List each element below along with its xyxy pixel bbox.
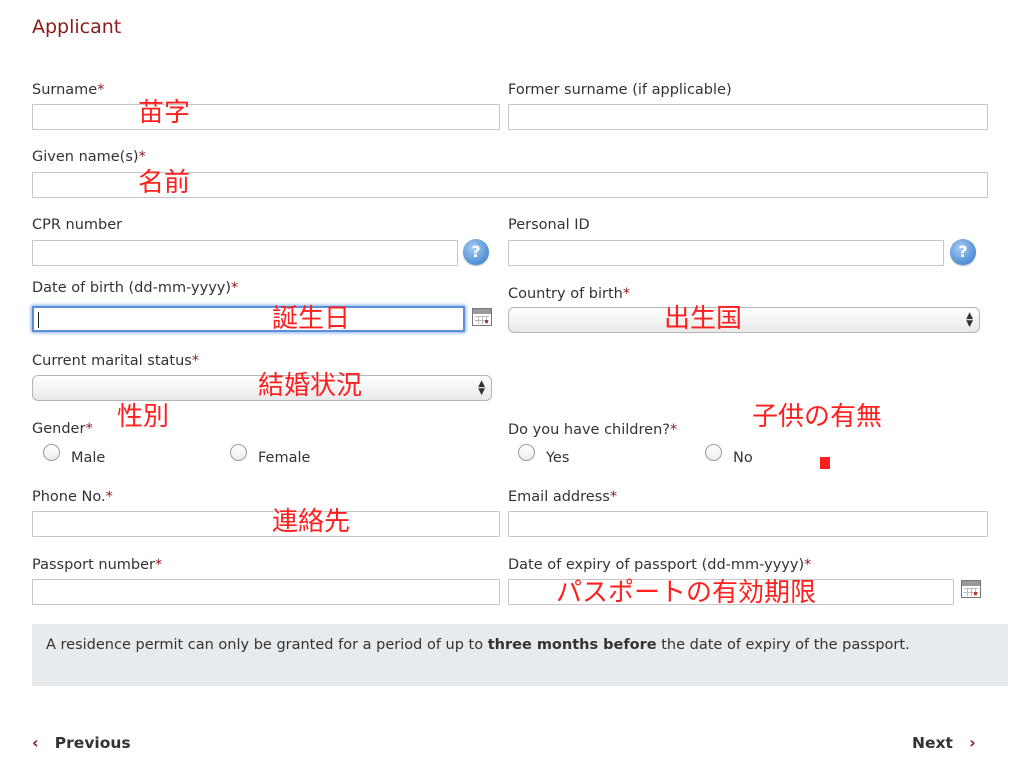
passport-expiry-calendar-icon[interactable] — [961, 580, 981, 598]
children-label: Do you have children?* — [508, 422, 678, 438]
passport-number-input[interactable] — [32, 579, 500, 605]
passport-notice: A residence permit can only be granted f… — [32, 624, 1008, 686]
personal-id-label: Personal ID — [508, 217, 590, 233]
chevron-left-icon: ‹ — [32, 733, 39, 752]
annotation-gender: 性別 — [117, 402, 170, 432]
section-title: Applicant — [32, 16, 122, 38]
country-of-birth-select[interactable]: ▲ ▼ — [508, 307, 980, 333]
annotation-country-of-birth: 出生国 — [664, 304, 743, 334]
chevron-right-icon: › — [969, 733, 976, 752]
annotation-children: 子供の有無 — [752, 402, 883, 432]
email-input[interactable] — [508, 511, 988, 537]
surname-label: Surname* — [32, 82, 105, 98]
former-surname-label: Former surname (if applicable) — [508, 82, 732, 98]
annotation-phone: 連絡先 — [272, 507, 351, 537]
gender-male-label[interactable]: Male — [71, 450, 105, 466]
passport-expiry-label: Date of expiry of passport (dd-mm-yyyy)* — [508, 557, 812, 573]
children-yes-radio[interactable] — [518, 444, 535, 461]
select-arrows-icon: ▲ ▼ — [478, 379, 485, 397]
children-yes-label[interactable]: Yes — [546, 450, 569, 466]
gender-female-label[interactable]: Female — [258, 450, 310, 466]
date-of-birth-input[interactable] — [32, 306, 465, 332]
personal-id-help-icon[interactable]: ? — [950, 239, 976, 265]
former-surname-input[interactable] — [508, 104, 988, 130]
date-of-birth-label: Date of birth (dd-mm-yyyy)* — [32, 280, 239, 296]
cpr-number-label: CPR number — [32, 217, 123, 233]
given-names-label: Given name(s)* — [32, 149, 146, 165]
cpr-help-icon[interactable]: ? — [463, 239, 489, 265]
children-no-radio[interactable] — [705, 444, 722, 461]
phone-input[interactable] — [32, 511, 500, 537]
phone-label: Phone No.* — [32, 489, 113, 505]
email-label: Email address* — [508, 489, 618, 505]
date-of-birth-calendar-icon[interactable] — [472, 308, 492, 326]
personal-id-input[interactable] — [508, 240, 944, 266]
previous-button[interactable]: ‹ Previous — [32, 733, 131, 752]
children-no-label[interactable]: No — [733, 450, 753, 466]
annotation-given-names: 名前 — [138, 168, 191, 198]
gender-female-radio[interactable] — [230, 444, 247, 461]
annotation-date-of-birth: 誕生日 — [272, 304, 351, 334]
annotation-red-marker — [820, 457, 830, 469]
annotation-surname: 苗字 — [138, 98, 191, 128]
annotation-marital-status: 結婚状況 — [258, 371, 363, 401]
passport-number-label: Passport number* — [32, 557, 163, 573]
marital-status-label: Current marital status* — [32, 353, 200, 369]
gender-label: Gender* — [32, 421, 93, 437]
select-arrows-icon: ▲ ▼ — [966, 311, 973, 329]
cpr-number-input[interactable] — [32, 240, 458, 266]
text-caret — [38, 312, 39, 328]
country-of-birth-label: Country of birth* — [508, 286, 631, 302]
next-button[interactable]: Next › — [912, 733, 976, 752]
annotation-passport-expiry: パスポートの有効期限 — [556, 578, 817, 608]
surname-input[interactable] — [32, 104, 500, 130]
gender-male-radio[interactable] — [43, 444, 60, 461]
